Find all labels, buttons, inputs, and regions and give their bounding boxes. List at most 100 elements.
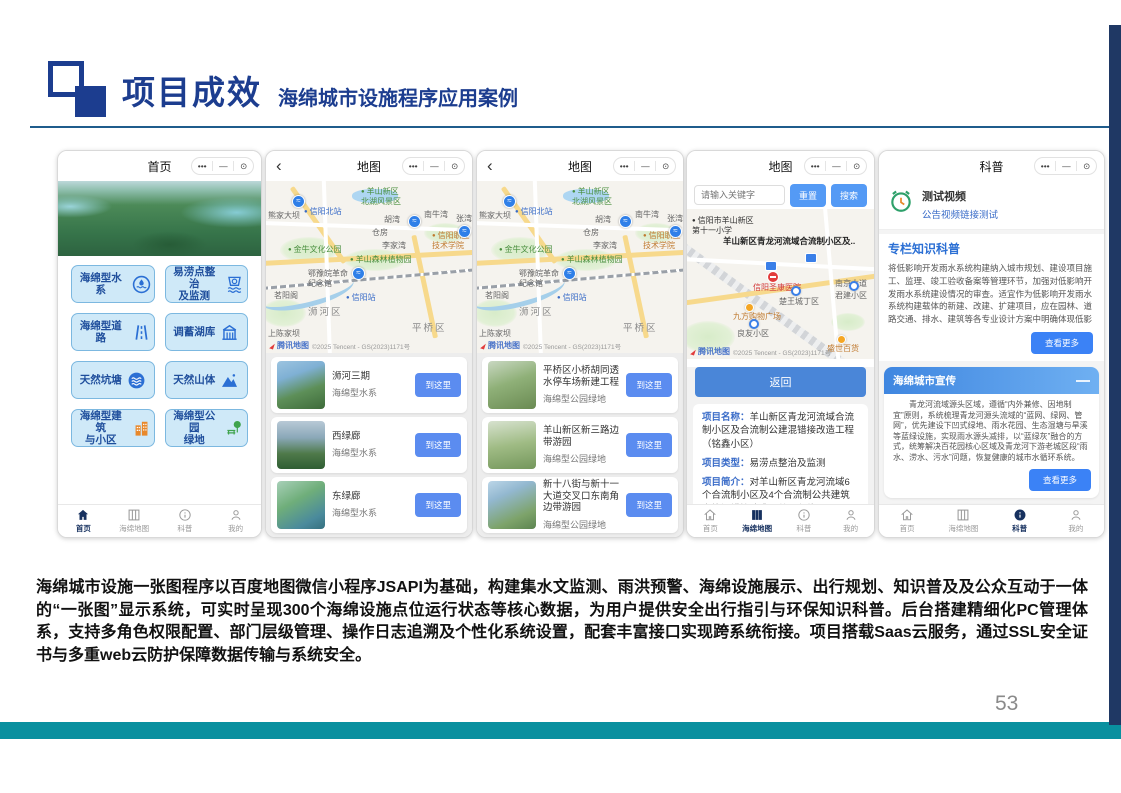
back-icon[interactable]: ‹	[487, 154, 493, 178]
more-icon[interactable]: •••	[198, 161, 207, 171]
article-excerpt: 将低影响开发雨水系统构建纳入城市规划、建设项目施工、监理、竣工验收备案等管理环节…	[888, 262, 1095, 326]
sponge-site-marker[interactable]: ≈	[669, 225, 682, 238]
site-card[interactable]: 平桥区小桥胡同透水停车场新建工程海绵型公园绿地 到这里	[482, 357, 678, 413]
site-card[interactable]: 西绿廊海绵型水系 到这里	[271, 417, 467, 473]
close-icon[interactable]: ⊙	[1083, 161, 1090, 172]
tile-sponge-park[interactable]: 海绵型公园 绿地	[165, 409, 249, 447]
collapse-dash-icon[interactable]	[1076, 380, 1090, 382]
miniprogram-capsule[interactable]: ••• — ⊙	[402, 157, 465, 175]
site-card[interactable]: 羊山新区新三路边带游园海绵型公园绿地 到这里	[482, 417, 678, 473]
minimize-icon[interactable]: —	[641, 161, 650, 171]
capsule-divider	[634, 161, 635, 171]
map-poi-label: 金牛文化公园	[499, 245, 553, 255]
promo-card-header[interactable]: 海绵城市宣传	[884, 367, 1099, 394]
tile-flood-point[interactable]: 易涝点整治 及监测	[165, 265, 249, 303]
tab-science[interactable]: 科普	[781, 505, 828, 537]
video-item[interactable]: 测试视频 公告视频链接测试	[879, 181, 1104, 230]
site-photo	[488, 481, 536, 529]
city-map[interactable]: 羊山新区 北湖风景区 信阳北站 熊家大坝 胡湾 南牛湾 张湾 仓房 李家湾 金牛…	[477, 181, 683, 353]
miniprogram-capsule[interactable]: ••• — ⊙	[804, 157, 867, 175]
mountain-icon	[220, 371, 239, 390]
community-marker	[791, 286, 801, 296]
site-type: 海绵型水系	[332, 506, 408, 519]
capsule-divider	[233, 161, 234, 171]
tab-science[interactable]: 科普	[992, 505, 1048, 537]
back-icon[interactable]: ‹	[276, 154, 282, 178]
app-header: 科普 ••• — ⊙	[879, 151, 1104, 181]
close-icon[interactable]: ⊙	[853, 161, 860, 172]
map-poi-label: 仓房	[583, 228, 599, 238]
tab-home[interactable]: 首页	[879, 505, 935, 537]
city-map[interactable]: 羊山新区 北湖风景区 信阳北站 熊家大坝 胡湾 南牛湾 张湾 仓房 李家湾 金牛…	[266, 181, 472, 353]
tab-label: 科普	[177, 523, 192, 534]
reset-button[interactable]: 重置	[790, 184, 826, 207]
site-card[interactable]: 新十八街与新十一大道交叉口东南角边带游园海绵型公园绿地 到这里	[482, 477, 678, 533]
miniprogram-capsule[interactable]: ••• — ⊙	[191, 157, 254, 175]
go-here-button[interactable]: 到这里	[415, 373, 461, 397]
view-more-button[interactable]: 查看更多	[1031, 332, 1093, 354]
tile-sponge-road[interactable]: 海绵型道路	[71, 313, 155, 351]
site-photo	[277, 481, 325, 529]
tile-label: 调蓄湖库	[173, 326, 215, 338]
tile-sponge-water-system[interactable]: 海绵型水系	[71, 265, 155, 303]
sponge-site-marker[interactable]: ≈	[292, 195, 305, 208]
tab-sponge-map[interactable]: 海绵地图	[935, 505, 991, 537]
site-title: 平桥区小桥胡同透水停车场新建工程	[543, 365, 619, 389]
minimize-icon[interactable]: —	[832, 161, 841, 171]
more-icon[interactable]: •••	[409, 161, 418, 171]
map-poi-label: 熊家大坝	[479, 211, 511, 221]
go-here-button[interactable]: 到这里	[415, 493, 461, 517]
page-title: 项目成效	[122, 66, 262, 114]
close-icon[interactable]: ⊙	[451, 161, 458, 172]
sponge-site-marker[interactable]: ≈	[408, 215, 421, 228]
site-card[interactable]: 东绿廊海绵型水系 到这里	[271, 477, 467, 533]
tab-science[interactable]: 科普	[160, 505, 211, 537]
project-map[interactable]: 信阳市羊山新区 第十一小学 羊山新区青龙河流域合流制小区及.. 信阳圣康医院 南…	[687, 209, 874, 359]
flood-point-icon	[225, 275, 244, 294]
return-button[interactable]: 返回	[695, 367, 866, 397]
tile-natural-pond[interactable]: 天然坑塘	[71, 361, 155, 399]
search-input[interactable]	[694, 185, 785, 205]
person-icon	[844, 508, 858, 522]
more-icon[interactable]: •••	[620, 161, 629, 171]
tab-label: 海绵地图	[119, 523, 149, 534]
tab-sponge-map[interactable]: 海绵地图	[734, 505, 781, 537]
map-brand: 腾讯地图	[277, 340, 309, 351]
tab-sponge-map[interactable]: 海绵地图	[109, 505, 160, 537]
tile-reservoir[interactable]: 调蓄湖库	[165, 313, 249, 351]
map-poi-label: 熊家大坝	[268, 211, 300, 221]
minimize-icon[interactable]: —	[1062, 161, 1071, 171]
tab-mine[interactable]: 我的	[210, 505, 261, 537]
miniprogram-capsule[interactable]: ••• — ⊙	[1034, 157, 1097, 175]
miniprogram-capsule[interactable]: ••• — ⊙	[613, 157, 676, 175]
site-card[interactable]: 浉河三期海绵型水系 到这里	[271, 357, 467, 413]
sponge-site-marker[interactable]: ≈	[619, 215, 632, 228]
map-poi-label: 胡湾	[384, 215, 400, 225]
close-icon[interactable]: ⊙	[662, 161, 669, 172]
person-icon	[229, 508, 243, 522]
site-photo	[488, 361, 536, 409]
tab-mine[interactable]: 我的	[827, 505, 874, 537]
search-button[interactable]: 搜索	[831, 184, 867, 207]
tile-sponge-building[interactable]: 海绵型建筑 与小区	[71, 409, 155, 447]
tab-home[interactable]: 首页	[687, 505, 734, 537]
go-here-button[interactable]: 到这里	[415, 433, 461, 457]
more-icon[interactable]: •••	[811, 161, 820, 171]
sponge-site-marker[interactable]: ≈	[503, 195, 516, 208]
tab-home[interactable]: 首页	[58, 505, 109, 537]
tile-natural-mountain[interactable]: 天然山体	[165, 361, 249, 399]
close-icon[interactable]: ⊙	[240, 161, 247, 172]
map-poi-label: 君建小区	[835, 291, 867, 301]
go-here-button[interactable]: 到这里	[626, 493, 672, 517]
sponge-site-marker[interactable]: ≈	[352, 267, 365, 280]
sponge-site-marker[interactable]: ≈	[563, 267, 576, 280]
tab-mine[interactable]: 我的	[1048, 505, 1104, 537]
sponge-site-marker[interactable]: ≈	[458, 225, 471, 238]
minimize-icon[interactable]: —	[219, 161, 228, 171]
go-here-button[interactable]: 到这里	[626, 433, 672, 457]
video-link[interactable]: 公告视频链接测试	[922, 207, 998, 221]
go-here-button[interactable]: 到这里	[626, 373, 672, 397]
more-icon[interactable]: •••	[1041, 161, 1050, 171]
view-more-button[interactable]: 查看更多	[1029, 469, 1091, 491]
minimize-icon[interactable]: —	[430, 161, 439, 171]
